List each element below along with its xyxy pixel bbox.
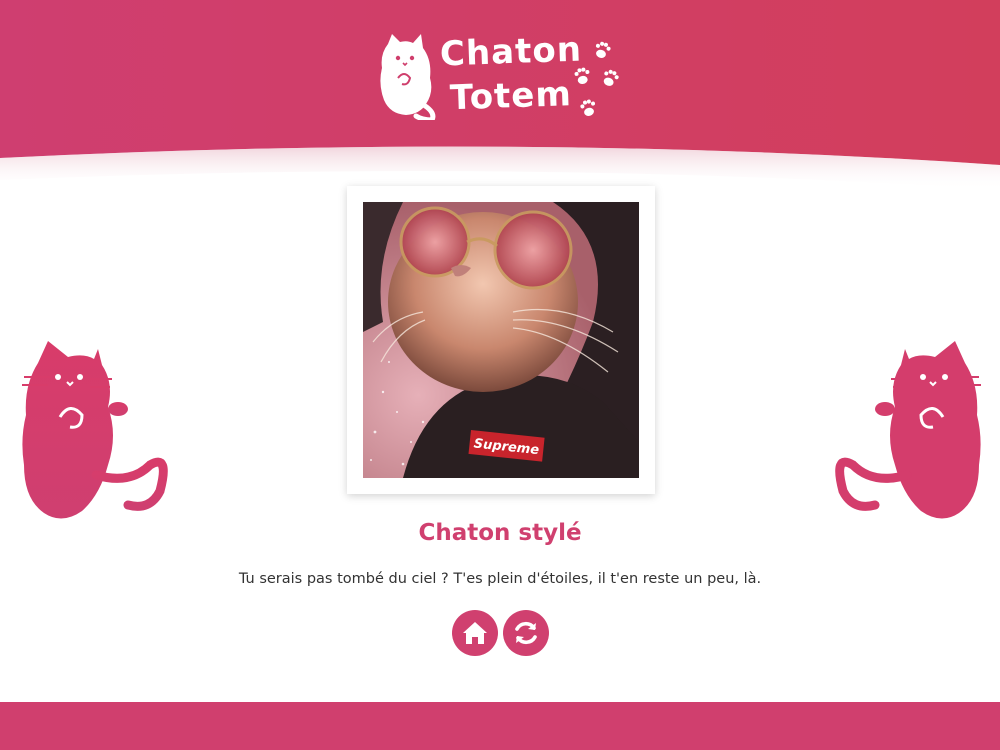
cat-title: Chaton stylé	[418, 520, 582, 546]
header: Chaton Totem	[0, 0, 1000, 190]
photo-card: Supreme	[347, 186, 655, 494]
cat-photo-image: Supreme	[363, 202, 639, 478]
footer	[0, 702, 1000, 750]
paw-prints-icon	[574, 41, 619, 116]
right-cat-icon	[835, 341, 981, 519]
brand-line1: Chaton	[439, 29, 583, 75]
refresh-button[interactable]	[503, 610, 549, 656]
page: Chaton Totem Supreme Chaton stylé Tu ser…	[0, 0, 1000, 750]
cat-photo: Supreme	[363, 202, 639, 478]
brand-wordmark: Chaton Totem	[439, 29, 583, 119]
cat-description: Tu serais pas tombé du ciel ? T'es plein…	[238, 571, 762, 587]
left-cat-icon	[22, 341, 168, 519]
brand-line2: Totem	[449, 74, 573, 119]
brand-logo[interactable]: Chaton Totem	[376, 30, 628, 126]
refresh-icon	[515, 621, 537, 645]
home-button[interactable]	[452, 610, 498, 656]
logo-cat-icon	[380, 34, 436, 120]
actions	[452, 610, 552, 656]
home-icon	[463, 622, 487, 644]
